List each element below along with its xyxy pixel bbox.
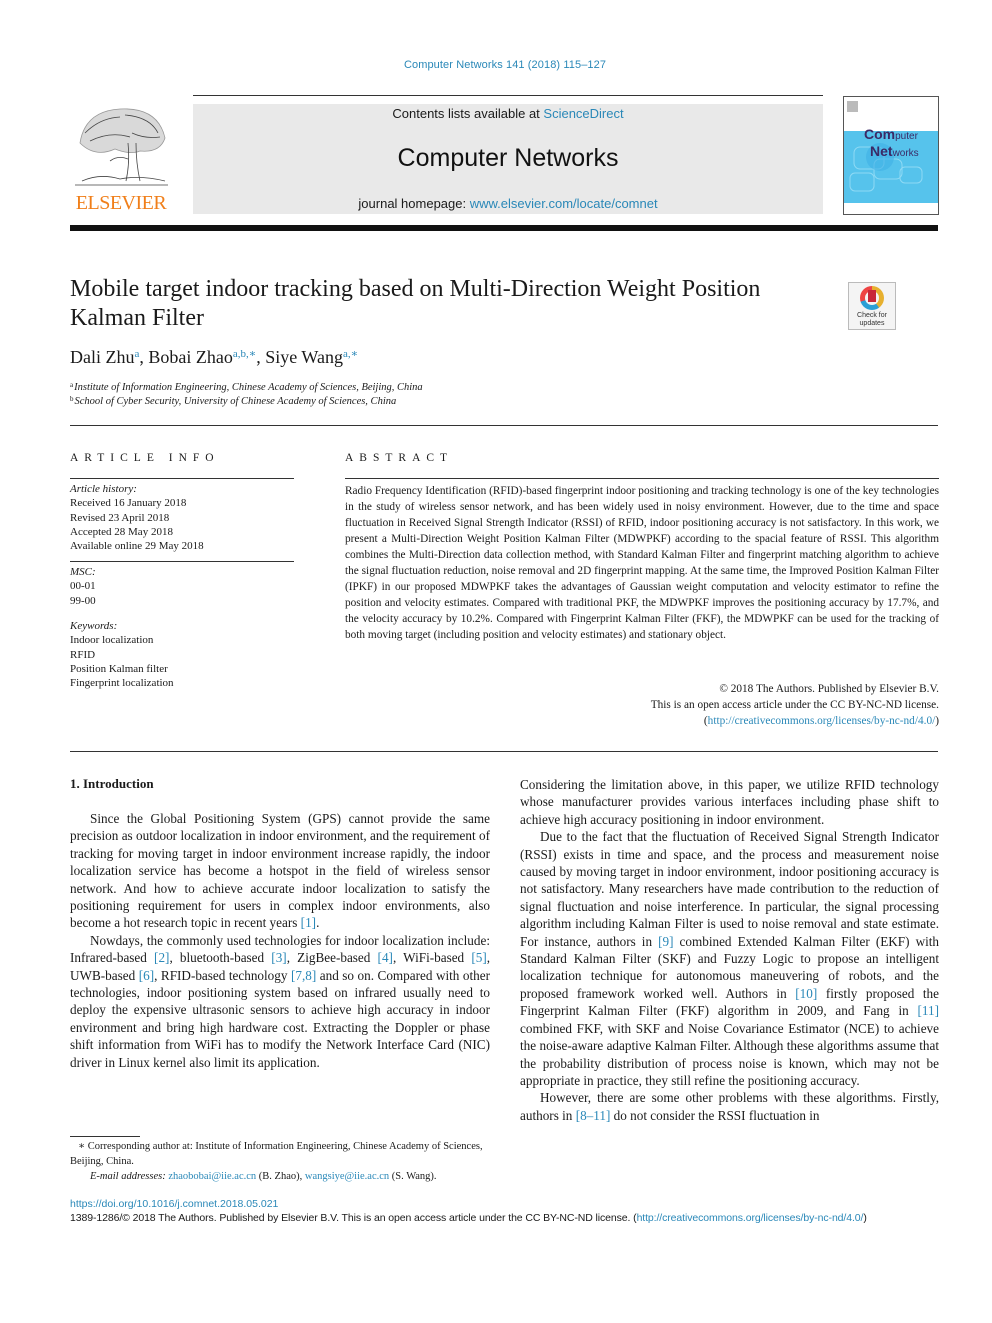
citation-link[interactable]: [8–11] xyxy=(576,1108,611,1123)
footer-license-link[interactable]: http://creativecommons.org/licenses/by-n… xyxy=(637,1212,864,1224)
journal-reference-link[interactable]: Computer Networks 141 (2018) 115–127 xyxy=(0,59,992,71)
paragraph: However, there are some other problems w… xyxy=(520,1090,939,1123)
author-name[interactable]: Siye Wang xyxy=(265,347,343,367)
citation-link[interactable]: [2] xyxy=(154,950,169,965)
citation-link[interactable]: [3] xyxy=(271,950,286,965)
msc-code: 99-00 xyxy=(70,594,96,607)
keyword: Position Kalman filter xyxy=(70,662,168,675)
check-for-updates-button[interactable]: Check for updates xyxy=(848,282,896,330)
corresponding-author-note: ∗ Corresponding author at: Institute of … xyxy=(70,1141,483,1167)
elsevier-logo: ELSEVIER xyxy=(70,103,172,215)
journal-banner: Contents lists available at ScienceDirec… xyxy=(193,104,823,214)
author-name[interactable]: Bobai Zhao xyxy=(148,347,232,367)
sciencedirect-link[interactable]: ScienceDirect xyxy=(543,106,623,121)
header-top-rule xyxy=(193,95,823,96)
history-received: Received 16 January 2018 xyxy=(70,497,187,510)
cover-publisher-mark xyxy=(847,101,858,112)
abstract-copyright: © 2018 The Authors. Published by Elsevie… xyxy=(650,683,939,727)
keywords: Keywords: Indoor localization RFID Posit… xyxy=(70,619,294,690)
msc-code: 00-01 xyxy=(70,580,96,593)
doi-link[interactable]: https://doi.org/10.1016/j.comnet.2018.05… xyxy=(70,1198,278,1210)
citation-link[interactable]: [11] xyxy=(918,1003,939,1018)
author-affiliation-marker[interactable]: a,b,∗ xyxy=(233,348,256,360)
journal-homepage-link[interactable]: www.elsevier.com/locate/comnet xyxy=(470,196,658,211)
title-divider xyxy=(70,425,938,426)
affiliation-b: bSchool of Cyber Security, University of… xyxy=(70,395,397,407)
paragraph: Considering the limitation above, in thi… xyxy=(520,777,939,827)
tree-icon xyxy=(75,108,168,186)
affiliation-a: aInstitute of Information Engineering, C… xyxy=(70,381,423,393)
author-affiliation-marker[interactable]: a,∗ xyxy=(343,348,358,360)
contents-line: Contents lists available at ScienceDirec… xyxy=(392,106,624,121)
author-name[interactable]: Dali Zhu xyxy=(70,347,135,367)
elsevier-wordmark: ELSEVIER xyxy=(75,192,167,214)
article-history: Article history: Received 16 January 201… xyxy=(70,482,294,553)
author-affiliation-marker[interactable]: a xyxy=(135,348,140,360)
abstract-text: Radio Frequency Identification (RFID)-ba… xyxy=(345,485,939,641)
author-list: Dali Zhua, Bobai Zhaoa,b,∗, Siye Wanga,∗ xyxy=(70,347,359,367)
license-link[interactable]: http://creativecommons.org/licenses/by-n… xyxy=(708,715,936,727)
history-online: Available online 29 May 2018 xyxy=(70,540,204,553)
history-accepted: Accepted 28 May 2018 xyxy=(70,525,173,538)
abstract-heading: ABSTRACT xyxy=(345,452,454,464)
citation-link[interactable]: [7,8] xyxy=(291,968,316,983)
paragraph: Nowdays, the commonly used technologies … xyxy=(70,932,491,1070)
citation-link[interactable]: [10] xyxy=(795,986,817,1001)
section-heading-introduction: 1. Introduction xyxy=(70,776,154,791)
citation-link[interactable]: [1] xyxy=(301,915,316,930)
email-link[interactable]: wangsiye@iie.ac.cn xyxy=(305,1171,389,1182)
email-link[interactable]: zhaobobai@iie.ac.cn xyxy=(168,1171,256,1182)
paragraph: Due to the fact that the fluctuation of … xyxy=(520,829,940,1088)
history-revised: Revised 23 April 2018 xyxy=(70,511,170,524)
article-title: Mobile target indoor tracking based on M… xyxy=(70,276,761,331)
paragraph: Since the Global Positioning System (GPS… xyxy=(70,811,490,931)
footnote-rule xyxy=(70,1136,140,1137)
body-column-right: Considering the limitation above, in thi… xyxy=(520,776,939,1124)
article-info-rule xyxy=(70,478,294,479)
citation-link[interactable]: [9] xyxy=(658,934,673,949)
citation-link[interactable]: [4] xyxy=(378,950,393,965)
issn-license-line: 1389-1286/© 2018 The Authors. Published … xyxy=(70,1212,867,1224)
citation-link[interactable]: [5] xyxy=(471,950,486,965)
abstract-divider xyxy=(70,751,938,752)
footnote: ∗ Corresponding author at: Institute of … xyxy=(70,1139,490,1184)
keyword: Fingerprint localization xyxy=(70,677,174,690)
msc-rule xyxy=(70,561,294,562)
msc-codes: MSC: 00-01 99-00 xyxy=(70,565,294,608)
keyword: RFID xyxy=(70,648,96,661)
keyword: Indoor localization xyxy=(70,634,154,647)
abstract-rule xyxy=(345,478,939,479)
cover-title: Computer Networks xyxy=(864,126,919,160)
homepage-line: journal homepage: www.elsevier.com/locat… xyxy=(358,196,658,211)
header-thick-rule xyxy=(70,225,938,231)
citation-link[interactable]: [6] xyxy=(139,968,154,983)
article-info-heading: ARTICLE INFO xyxy=(70,452,220,464)
body-column-left: Since the Global Positioning System (GPS… xyxy=(70,810,490,1071)
journal-cover-thumbnail[interactable]: Computer Networks xyxy=(843,96,939,215)
journal-title: Computer Networks xyxy=(397,144,619,172)
bookmark-icon xyxy=(868,290,876,302)
